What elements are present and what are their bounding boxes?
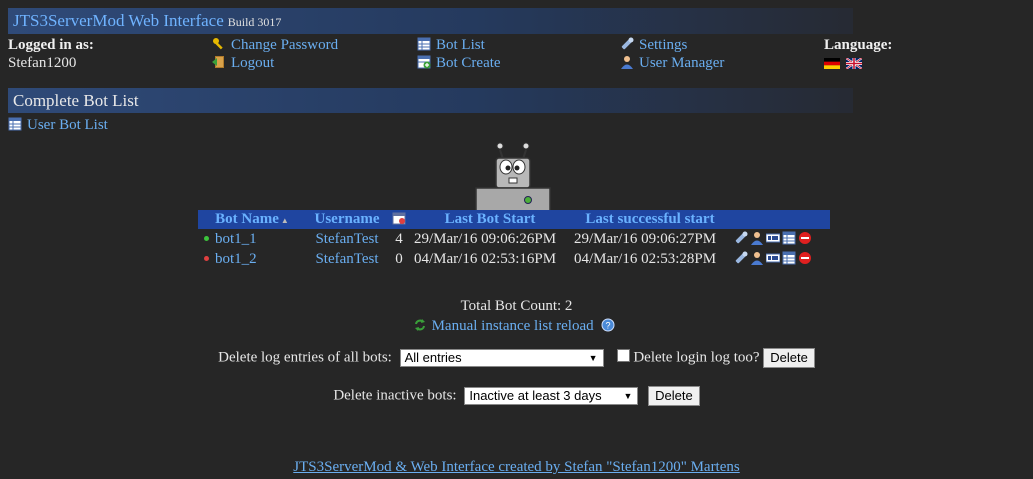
change-password-link[interactable]: Change Password [212, 37, 338, 54]
table-add-icon [417, 55, 431, 69]
delete-icon[interactable] [798, 251, 812, 265]
logout-link[interactable]: Logout [212, 55, 274, 72]
uk-flag-icon[interactable] [846, 58, 862, 69]
settings-link[interactable]: Settings [620, 37, 687, 54]
last-successful-start-cell: 04/Mar/16 02:53:28PM [574, 250, 717, 267]
user-bot-list-link[interactable]: User Bot List [8, 117, 108, 134]
status-dot-icon [204, 255, 209, 261]
bot-name-link[interactable]: bot1_2 [215, 251, 257, 267]
actions-cell [730, 229, 830, 249]
delete-login-log-checkbox[interactable] [617, 349, 631, 363]
wrench-icon[interactable] [734, 251, 748, 265]
log-table-icon[interactable] [782, 251, 796, 265]
refresh-icon [413, 318, 427, 332]
wrench-icon [620, 37, 634, 51]
user-icon [620, 55, 634, 69]
actions-cell [730, 249, 830, 269]
help-icon[interactable]: ? [601, 318, 615, 332]
delete-log-select[interactable]: All entries ▼ [399, 349, 604, 367]
chevron-down-icon: ▼ [623, 391, 633, 401]
bot-create-link[interactable]: Bot Create [417, 55, 501, 72]
table-icon [8, 117, 22, 131]
logged-in-label: Logged in as: [8, 37, 94, 53]
last-bot-start-cell: 29/Mar/16 09:06:26PM [414, 230, 557, 247]
delete-log-button[interactable]: Delete [763, 348, 815, 368]
console-icon[interactable] [766, 231, 780, 245]
calendar-icon [392, 211, 406, 225]
username-link[interactable]: StefanTest [315, 251, 378, 267]
de-flag-icon[interactable] [824, 58, 840, 69]
chevron-down-icon: ▼ [588, 353, 598, 363]
table-icon [417, 37, 431, 51]
total-bot-count: Total Bot Count: 2 [460, 298, 573, 314]
delete-inactive-select[interactable]: Inactive at least 3 days ▼ [464, 387, 639, 405]
column-header-bot-name[interactable]: Bot Name ▲ [198, 210, 306, 229]
bot-name-cell: bot1_2 [198, 249, 306, 269]
column-header-actions [730, 210, 830, 229]
log-table-icon[interactable] [782, 231, 796, 245]
user-manager-link[interactable]: User Manager [620, 55, 724, 72]
delete-inactive-button[interactable]: Delete [648, 386, 700, 406]
key-icon [212, 37, 226, 51]
delete-log-row: Delete log entries of all bots: All entr… [0, 348, 1033, 368]
delete-inactive-label: Delete inactive bots: [333, 387, 457, 404]
bot-list-link[interactable]: Bot List [417, 37, 485, 54]
count-cell: 4 [395, 230, 403, 247]
current-username: Stefan1200 [8, 55, 77, 71]
wrench-icon[interactable] [734, 231, 748, 245]
door-exit-icon [212, 55, 226, 69]
column-header-username[interactable]: Username [306, 210, 388, 229]
app-title: JTS3ServerMod Web Interface Build 3017 [13, 11, 282, 30]
section-header: Complete Bot List [8, 88, 853, 113]
last-bot-start-cell: 04/Mar/16 02:53:16PM [414, 250, 557, 267]
bots-table: Bot Name ▲ Username Last Bot Start Last s… [198, 210, 830, 269]
delete-icon[interactable] [798, 231, 812, 245]
column-header-last-bot-start[interactable]: Last Bot Start [410, 210, 570, 229]
username-cell: StefanTest [306, 249, 388, 269]
bot-name-cell: bot1_1 [198, 229, 306, 249]
table-header-row: Bot Name ▲ Username Last Bot Start Last s… [198, 210, 830, 229]
robot-mascot-image [475, 142, 551, 212]
username-link[interactable]: StefanTest [315, 231, 378, 247]
language-flags [824, 55, 867, 72]
delete-login-log-label: Delete login log too? [633, 349, 760, 366]
column-header-calendar [388, 210, 410, 229]
count-cell: 0 [395, 250, 403, 267]
username-cell: StefanTest [306, 229, 388, 249]
last-successful-start-cell: 29/Mar/16 09:06:27PM [574, 230, 717, 247]
status-dot-icon [204, 235, 209, 241]
bot-name-link[interactable]: bot1_1 [215, 231, 257, 247]
app-title-bar: JTS3ServerMod Web Interface Build 3017 [8, 8, 853, 34]
manual-reload-link[interactable]: Manual instance list reload ? [0, 318, 1033, 335]
console-icon[interactable] [766, 251, 780, 265]
footer-credit: JTS3ServerMod & Web Interface created by… [0, 459, 1033, 476]
table-row: bot1_2 StefanTest 0 04/Mar/16 02:53:16PM 04/… [198, 249, 830, 269]
user-icon[interactable] [750, 251, 764, 265]
footer-credit-link[interactable]: JTS3ServerMod & Web Interface created by… [293, 459, 739, 475]
delete-log-label: Delete log entries of all bots: [218, 349, 392, 366]
user-icon[interactable] [750, 231, 764, 245]
sort-asc-icon: ▲ [280, 216, 289, 225]
table-row: bot1_1 StefanTest 4 29/Mar/16 09:06:26PM 29/… [198, 229, 830, 249]
delete-inactive-row: Delete inactive bots: Inactive at least … [0, 386, 1033, 406]
build-label: Build 3017 [227, 15, 282, 29]
svg-text:?: ? [606, 321, 611, 331]
language-label: Language: [824, 37, 893, 53]
column-header-last-successful-start[interactable]: Last successful start [570, 210, 730, 229]
